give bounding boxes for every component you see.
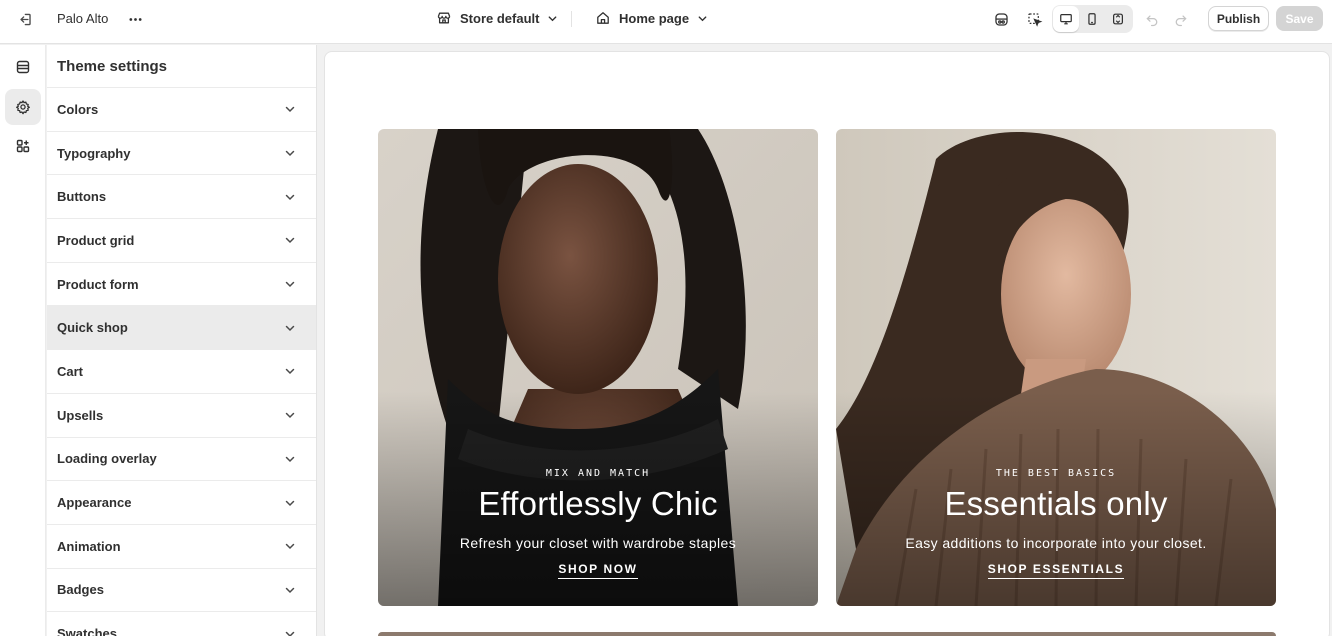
chevron-down-icon [698,15,707,21]
settings-item-label: Badges [57,582,104,598]
settings-item-label: Product form [57,276,139,292]
editor-topbar: Palo Alto Store default Home page Publis… [0,0,1332,44]
publish-button[interactable]: Publish [1208,6,1269,31]
settings-gear-icon[interactable] [5,89,41,125]
settings-item-typography[interactable]: Typography [47,132,316,176]
card-headline: Effortlessly Chic [478,485,718,522]
chevron-down-icon [285,150,295,157]
settings-item-label: Animation [57,538,121,554]
chevron-down-icon [285,107,295,113]
store-selector[interactable]: Store default [436,10,558,26]
settings-item-swatches[interactable]: Swatches [47,612,316,636]
chevron-down-icon [285,281,295,288]
app-embeds-icon[interactable] [987,5,1015,33]
theme-settings-panel: Theme settings Colors Typography Buttons Pr… [47,45,317,636]
storefront-preview: MIX AND MATCH Effortlessly Chic Refresh … [324,51,1330,636]
settings-item-appearance[interactable]: Appearance [47,481,316,525]
more-horizontal-icon[interactable] [121,5,149,33]
settings-item-quick-shop[interactable]: Quick shop [47,306,316,351]
settings-item-label: Product grid [57,232,135,248]
chevron-down-icon [549,15,557,21]
desktop-icon[interactable] [1053,6,1079,32]
left-rail [0,45,46,636]
settings-item-colors[interactable]: Colors [47,88,316,132]
collection-card[interactable]: MIX AND MATCH Effortlessly Chic Refresh … [378,129,818,606]
panel-title: Theme settings [47,45,316,88]
undo-icon[interactable] [1138,5,1166,33]
collection-card[interactable]: THE BEST BASICS Essentials only Easy add… [836,129,1276,606]
settings-item-animation[interactable]: Animation [47,525,316,569]
chevron-down-icon [285,412,295,419]
card-subtext: Refresh your closet with wardrobe staple… [459,535,737,551]
store-icon [437,12,451,24]
settings-item-label: Cart [57,363,84,379]
apps-icon[interactable] [5,128,41,164]
page-selector-label: Home page [619,10,690,26]
sections-icon[interactable] [5,49,41,85]
settings-item-cart[interactable]: Cart [47,350,316,394]
settings-item-product-grid[interactable]: Product grid [47,219,316,263]
card-subtext: Easy additions to incorporate into your … [905,535,1207,551]
settings-item-upsells[interactable]: Upsells [47,394,316,438]
shop-essentials-link[interactable]: SHOP ESSENTIALS [987,562,1125,579]
mobile-icon[interactable] [1079,6,1105,32]
store-name[interactable]: Palo Alto [57,11,108,26]
settings-item-label: Upsells [57,407,104,423]
preview-area: MIX AND MATCH Effortlessly Chic Refresh … [317,45,1332,636]
chevron-down-icon [285,369,295,375]
store-selector-label: Store default [460,10,540,26]
chevron-down-icon [285,238,295,244]
settings-item-label: Quick shop [57,320,128,336]
home-icon [597,12,609,24]
settings-item-label: Typography [57,145,131,161]
chevron-down-icon [285,500,295,506]
settings-item-product-form[interactable]: Product form [47,263,316,307]
chevron-down-icon [285,543,295,550]
next-section-image [378,632,1276,636]
settings-item-label: Appearance [57,495,132,511]
card-kicker: THE BEST BASICS [995,468,1117,479]
card-caption: THE BEST BASICS Essentials only Easy add… [836,446,1276,606]
settings-item-badges[interactable]: Badges [47,569,316,613]
settings-item-label: Buttons [57,189,107,205]
settings-item-label: Colors [57,101,99,117]
chevron-down-icon [285,325,295,331]
page-selector[interactable]: Home page [595,10,708,26]
exit-icon[interactable] [10,5,38,33]
settings-item-label: Loading overlay [57,451,157,467]
topbar-divider [571,11,572,27]
redo-icon[interactable] [1166,5,1194,33]
settings-item-label: Swatches [57,626,117,636]
settings-item-loading-overlay[interactable]: Loading overlay [47,438,316,482]
card-caption: MIX AND MATCH Effortlessly Chic Refresh … [378,446,818,606]
save-button[interactable]: Save [1276,6,1323,31]
card-kicker: MIX AND MATCH [545,468,651,479]
chevron-down-icon [285,587,295,593]
card-headline: Essentials only [944,485,1168,522]
chevron-down-icon [285,456,295,462]
view-mode-group [1052,5,1133,33]
shop-now-link[interactable]: SHOP NOW [558,562,638,579]
fullscreen-icon[interactable] [1105,6,1131,32]
settings-item-buttons[interactable]: Buttons [47,175,316,220]
chevron-down-icon [285,631,295,636]
settings-accordion-list: Colors Typography Buttons Product grid Produ… [47,88,316,636]
chevron-down-icon [285,194,295,200]
inspector-icon[interactable] [1020,5,1048,33]
